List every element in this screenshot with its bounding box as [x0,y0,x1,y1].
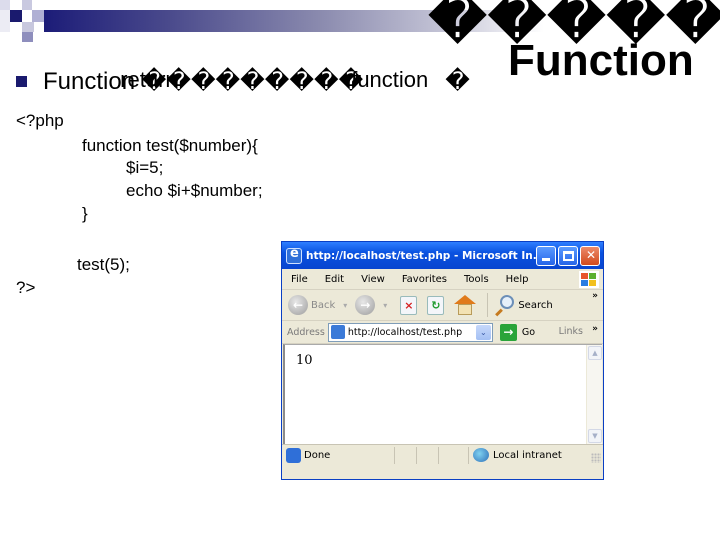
status-bar: Done Local intranet [282,444,603,465]
standard-toolbar: ← Back ▾ → ▾ × ↻ Search » [282,290,603,321]
code-function-declaration: function test($number){ [82,136,258,155]
menu-favorites[interactable]: Favorites [393,274,455,285]
status-text: Done [304,449,331,461]
page-status-icon [286,447,301,463]
menu-view[interactable]: View [352,274,393,285]
deco-square [22,22,34,32]
close-icon: ✕ [586,247,597,262]
code-line-echo: echo $i+$number; [126,181,263,200]
minimize-button[interactable] [536,245,556,266]
back-icon[interactable]: ← [288,295,308,315]
menu-edit[interactable]: Edit [316,274,352,285]
status-cell [438,446,460,464]
page-content: 10 ▲ ▼ [283,344,602,444]
status-cell [416,446,438,464]
links-button[interactable]: Links [559,326,583,337]
address-input[interactable]: http://localhost/test.php ⌄ [327,322,493,342]
close-button[interactable]: ✕ [580,245,600,266]
menu-bar: File Edit View Favorites Tools Help [282,269,603,290]
code-open-tag: <?php [16,111,64,130]
menu-tools[interactable]: Tools [455,274,497,285]
address-value[interactable]: http://localhost/test.php [348,327,462,338]
links-more-icon[interactable]: » [592,324,598,334]
deco-square [32,10,44,22]
toolbar-separator [487,293,489,317]
toolbar-more-icon[interactable]: » [592,291,598,301]
back-dropdown-icon[interactable]: ▾ [343,301,347,310]
status-cell [394,446,416,464]
address-bar: Address http://localhost/test.php ⌄ → Go… [282,321,603,344]
search-icon[interactable] [494,295,515,317]
bullet-icon [16,75,27,87]
ie-icon [286,246,302,264]
deco-square [0,10,10,32]
code-line-assign: $i=5; [126,158,164,177]
maximize-icon [563,250,574,261]
page-output: 10 [296,353,313,368]
scroll-down-icon[interactable]: ▼ [588,429,602,443]
bullet-point: Function ���� return ����� function � [16,66,470,96]
search-button-label[interactable]: Search [518,300,552,311]
home-icon[interactable] [454,295,477,315]
forward-icon[interactable]: → [355,295,376,315]
browser-window: http://localhost/test.php - Microsoft In… [281,241,604,480]
bullet-word-return: return [120,67,178,92]
address-dropdown-icon[interactable]: ⌄ [475,324,491,340]
minimize-icon [542,257,550,261]
deco-square [22,0,32,10]
windows-logo-icon [579,271,599,288]
slide-title: Function [508,36,694,85]
maximize-button[interactable] [558,245,578,266]
go-button[interactable]: → Go [499,323,536,341]
bullet-word-function: function [351,67,429,92]
forward-dropdown-icon[interactable]: ▾ [383,301,387,310]
scroll-up-icon[interactable]: ▲ [588,346,602,360]
code-close-brace: } [82,204,88,223]
back-button-label[interactable]: Back [311,300,335,311]
browser-titlebar[interactable]: http://localhost/test.php - Microsoft In… [282,242,603,269]
deco-square [0,0,10,10]
go-label: Go [521,326,536,338]
browser-title: http://localhost/test.php - Microsoft In… [306,249,536,262]
address-label: Address [287,326,325,338]
go-arrow-icon: → [499,323,517,341]
menu-file[interactable]: File [282,274,316,285]
deco-square [10,10,22,22]
vertical-scrollbar[interactable]: ▲ ▼ [586,345,602,444]
resize-grip[interactable] [591,453,601,463]
deco-square [22,32,33,42]
security-zone: Local intranet [468,446,562,464]
bullet-text-suffix: � [445,67,470,95]
code-close-tag: ?> [16,278,36,297]
menu-help[interactable]: Help [497,274,537,285]
intranet-icon [473,448,489,462]
code-function-call: test(5); [77,255,130,274]
bullet-text-middle: ����� [240,67,364,95]
stop-icon[interactable]: × [400,295,418,315]
page-icon [330,325,345,339]
refresh-icon[interactable]: ↻ [427,295,445,315]
zone-label: Local intranet [493,449,562,461]
